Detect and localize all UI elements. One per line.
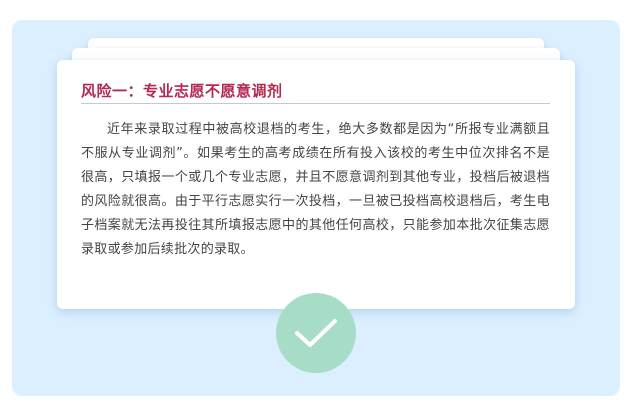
checkmark-icon bbox=[276, 293, 356, 373]
risk-card: 风险一：专业志愿不愿意调剂 近年来录取过程中被高校退档的考生，绝大多数都是因为“… bbox=[57, 60, 575, 309]
risk-title: 风险一：专业志愿不愿意调剂 bbox=[81, 81, 550, 104]
infographic: 风险一：专业志愿不愿意调剂 近年来录取过程中被高校退档的考生，绝大多数都是因为“… bbox=[0, 0, 640, 415]
risk-description: 近年来录取过程中被高校退档的考生，绝大多数都是因为“所报专业满额且不服从专业调剂… bbox=[81, 122, 550, 257]
